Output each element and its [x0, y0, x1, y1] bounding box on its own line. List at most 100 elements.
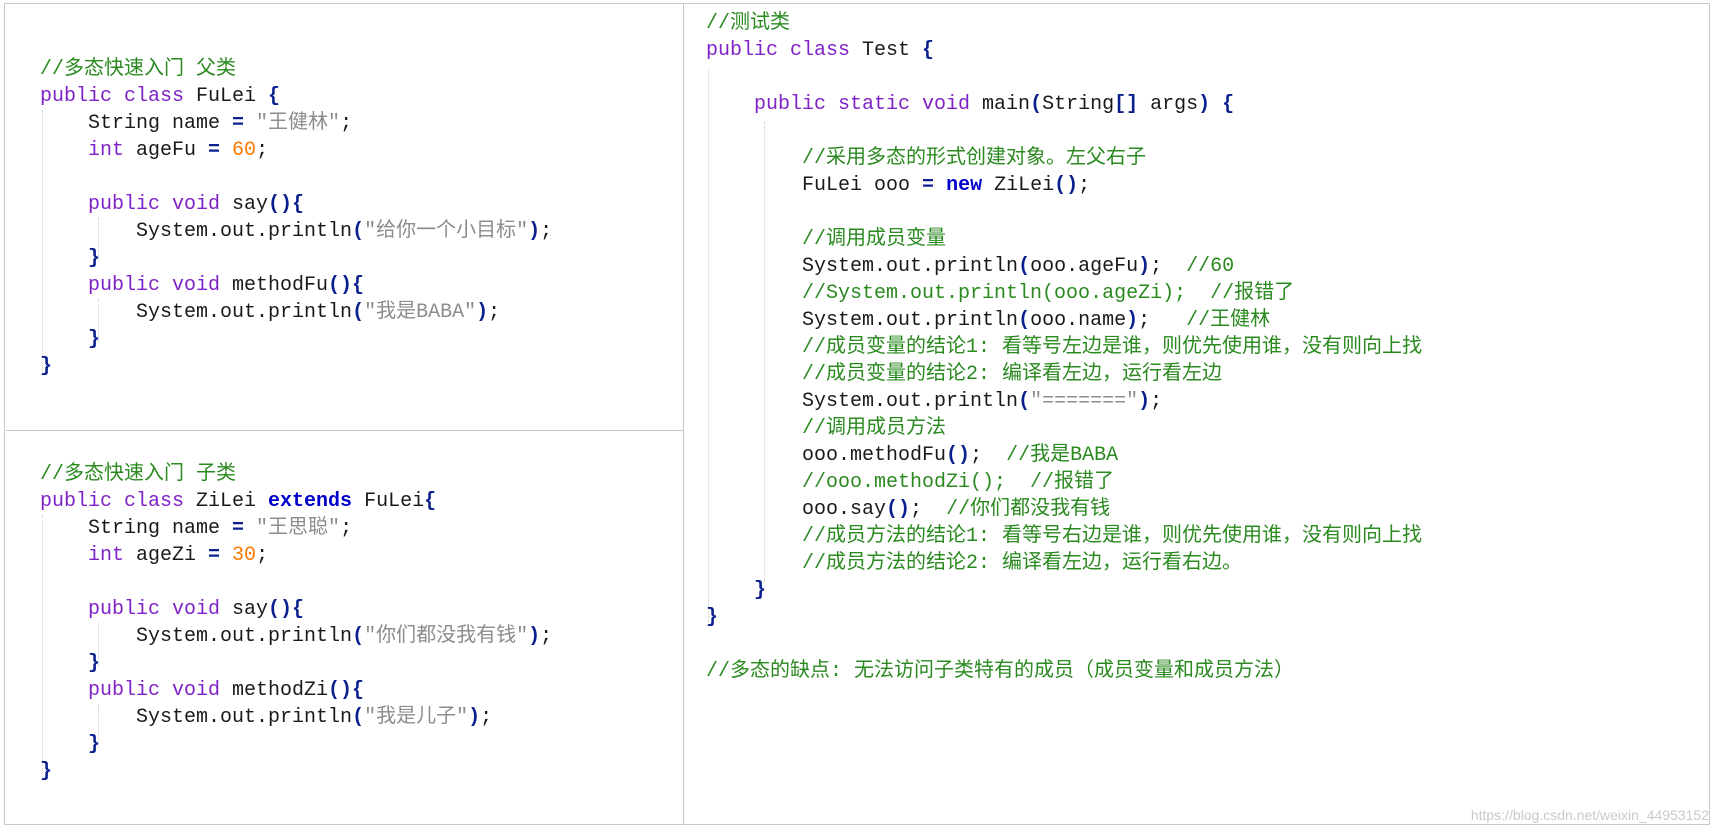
- code-token-plain: args: [1150, 93, 1199, 116]
- code-token-number: 60: [232, 139, 257, 162]
- code-token-punct: }: [706, 606, 719, 629]
- code-token-string: "我是儿子": [364, 706, 469, 729]
- code-token-comment: //多态的缺点: 无法访问子类特有的成员（成员变量和成员方法）: [706, 660, 1295, 683]
- code-line: public class ZiLei extends FuLei{: [40, 488, 552, 515]
- code-token-punct: }: [40, 652, 101, 675]
- code-line: }: [706, 577, 1422, 604]
- code-token-comment: //60: [1186, 255, 1235, 278]
- code-token-keyword: public static void: [706, 93, 983, 116]
- code-line: ooo.say(); //你们都没我有钱: [706, 496, 1422, 523]
- code-token-plain: main: [982, 93, 1031, 116]
- code-token-plain: ;: [970, 444, 1007, 467]
- code-token-plain: ;: [1078, 174, 1091, 197]
- code-token-comment: //成员方法的结论1: 看等号右边是谁，则优先使用谁，没有则向上找: [706, 525, 1423, 548]
- code-line: //测试类: [706, 10, 1422, 37]
- code-token-plain: ooo.name: [1030, 309, 1127, 332]
- code-line: public void methodZi(){: [40, 677, 552, 704]
- code-token-punct: ): [476, 301, 489, 324]
- code-line: int ageFu = 60;: [40, 137, 552, 164]
- code-line: int ageZi = 30;: [40, 542, 552, 569]
- code-token-keyword: public void: [40, 679, 233, 702]
- code-line: }: [40, 731, 552, 758]
- code-token-punct: {: [268, 85, 281, 108]
- code-token-punct: (: [1018, 390, 1031, 413]
- code-token-comment: //调用成员变量: [706, 228, 947, 251]
- code-token-punct: (): [1054, 174, 1079, 197]
- code-token-plain: ooo.methodFu: [706, 444, 947, 467]
- test-class-code: //测试类 public class Test { public static v…: [706, 10, 1422, 685]
- code-token-plain: ;: [256, 544, 269, 567]
- code-line: //成员变量的结论2: 编译看左边，运行看左边: [706, 361, 1422, 388]
- code-line: //多态的缺点: 无法访问子类特有的成员（成员变量和成员方法）: [706, 658, 1422, 685]
- code-token-punct: (){: [328, 274, 365, 297]
- code-token-punct: (){: [268, 193, 305, 216]
- code-token-comment: //多态快速入门 子类: [40, 463, 237, 486]
- code-token-keyword: public class: [40, 85, 197, 108]
- code-line: public class FuLei {: [40, 83, 552, 110]
- code-token-keyword: public void: [40, 598, 233, 621]
- code-token-comment: //成员变量的结论2: 编译看左边，运行看左边: [706, 363, 1223, 386]
- code-line: public class Test {: [706, 37, 1422, 64]
- code-token-punct: =: [232, 517, 257, 540]
- code-token-punct: }: [40, 760, 53, 783]
- code-line: System.out.println("给你一个小目标");: [40, 218, 552, 245]
- vertical-divider: [683, 3, 684, 825]
- code-token-punct: (): [886, 498, 911, 521]
- code-token-punct: =: [922, 174, 947, 197]
- code-token-plain: System.out.println: [40, 706, 353, 729]
- child-class-code: //多态快速入门 子类 public class ZiLei extends Fu…: [40, 461, 552, 785]
- code-token-plain: say: [232, 193, 269, 216]
- code-line: //调用成员方法: [706, 415, 1422, 442]
- code-token-plain: Test: [862, 39, 923, 62]
- code-token-comment: //测试类: [706, 12, 791, 35]
- code-token-plain: FuLei ooo: [706, 174, 923, 197]
- code-token-punct: =: [208, 544, 233, 567]
- code-line: //System.out.println(ooo.ageZi); //报错了: [706, 280, 1422, 307]
- code-line: System.out.println("你们都没我有钱");: [40, 623, 552, 650]
- code-token-punct: (){: [328, 679, 365, 702]
- code-token-punct: ): [468, 706, 481, 729]
- code-line: String name = "王健林";: [40, 110, 552, 137]
- code-token-plain: methodFu: [232, 274, 329, 297]
- code-token-plain: ;: [540, 625, 553, 648]
- code-token-plain: System.out.println: [40, 220, 353, 243]
- code-token-plain: ooo.say: [706, 498, 887, 521]
- code-token-punct: }: [706, 579, 767, 602]
- code-line: System.out.println("=======");: [706, 388, 1422, 415]
- code-token-punct: (: [1030, 93, 1043, 116]
- code-token-plain: ;: [910, 498, 947, 521]
- code-token-comment: //System.out.println(ooo.ageZi); //报错了: [706, 282, 1295, 305]
- code-token-comment: //采用多态的形式创建对象。左父右子: [706, 147, 1147, 170]
- code-token-punct: {: [922, 39, 935, 62]
- code-token-plain: ooo.ageFu: [1030, 255, 1139, 278]
- code-token-plain: ZiLei: [994, 174, 1055, 197]
- code-token-comment: //王健林: [1186, 309, 1271, 332]
- code-token-comment: //成员方法的结论2: 编译看左边，运行看右边。: [706, 552, 1243, 575]
- code-token-punct: }: [40, 247, 101, 270]
- code-line: public static void main(String[] args) {: [706, 91, 1422, 118]
- code-token-punct: (){: [268, 598, 305, 621]
- code-line: }: [40, 353, 552, 380]
- code-token-punct: ): [1138, 390, 1151, 413]
- code-line: System.out.println(ooo.ageFu); //60: [706, 253, 1422, 280]
- code-token-plain: System.out.println: [706, 255, 1019, 278]
- code-token-plain: ;: [1138, 309, 1187, 332]
- code-token-plain: ;: [540, 220, 553, 243]
- code-token-punct: ): [528, 625, 541, 648]
- code-token-plain: String: [1042, 93, 1115, 116]
- code-line: }: [40, 758, 552, 785]
- code-line: String name = "王思聪";: [40, 515, 552, 542]
- code-token-punct: (: [1018, 309, 1031, 332]
- code-token-punct: (): [946, 444, 971, 467]
- code-token-string: "你们都没我有钱": [364, 625, 529, 648]
- code-token-keyword: public class: [40, 490, 197, 513]
- code-token-string: "王思聪": [256, 517, 341, 540]
- code-line: //ooo.methodZi(); //报错了: [706, 469, 1422, 496]
- code-line: System.out.println("我是儿子");: [40, 704, 552, 731]
- code-token-plain: ;: [340, 517, 353, 540]
- code-line: ooo.methodFu(); //我是BABA: [706, 442, 1422, 469]
- code-token-string: "王健林": [256, 112, 341, 135]
